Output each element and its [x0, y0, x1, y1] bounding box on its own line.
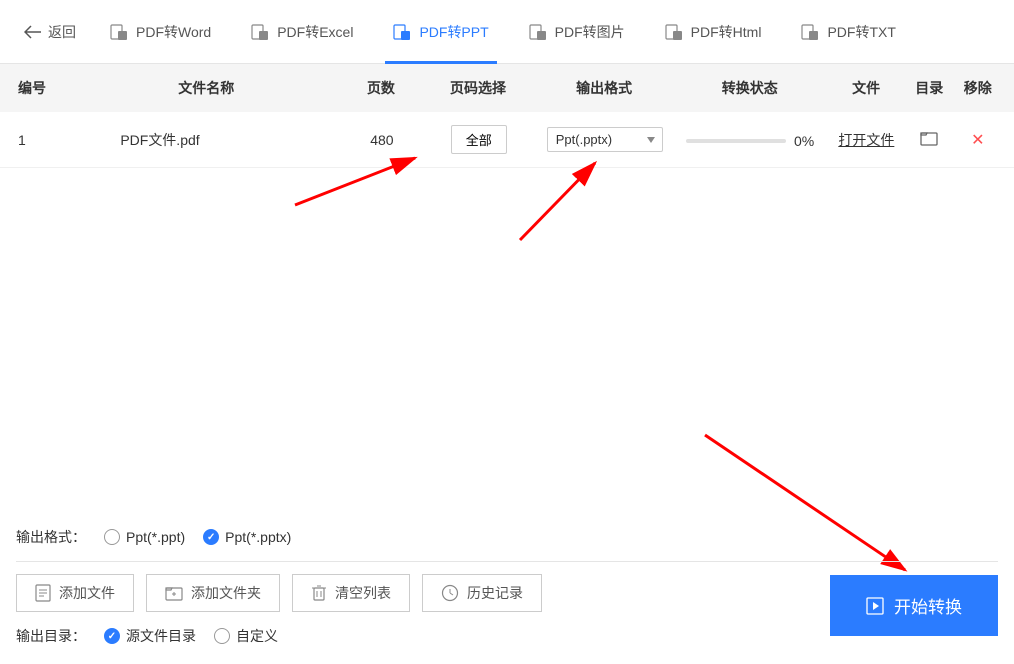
convert-label: 开始转换 [894, 593, 962, 618]
header-remove: 移除 [954, 78, 1003, 98]
file-image-icon [529, 23, 547, 41]
file-txt-icon [801, 23, 819, 41]
row-filename: PDF文件.pdf [70, 130, 343, 150]
file-add-icon [35, 584, 51, 602]
header-status: 转换状态 [672, 78, 827, 98]
header-pages: 页数 [342, 78, 420, 98]
radio-checked-icon [104, 628, 120, 644]
folder-icon[interactable] [920, 130, 938, 149]
progress-bar [686, 139, 786, 143]
radio-pptx[interactable]: Ppt(*.pptx) [203, 529, 291, 545]
tab-label: PDF转图片 [555, 22, 625, 42]
file-excel-icon [251, 23, 269, 41]
row-dir [905, 130, 953, 149]
annotation-arrow-icon [510, 155, 610, 245]
table-row: 1 PDF文件.pdf 480 全部 Ppt(.pptx) 0% 打开文件 ✕ [0, 112, 1014, 168]
file-ppt-icon [393, 23, 411, 41]
radio-label: 源文件目录 [126, 626, 196, 646]
radio-label: 自定义 [236, 626, 278, 646]
row-pages: 480 [343, 132, 421, 148]
header-format: 输出格式 [536, 78, 672, 98]
tab-pdf-to-image[interactable]: PDF转图片 [511, 0, 643, 64]
tab-pdf-to-html[interactable]: PDF转Html [647, 0, 780, 64]
tab-label: PDF转PPT [419, 22, 488, 42]
header-file: 文件 [827, 78, 905, 98]
header-name: 文件名称 [70, 78, 342, 98]
history-button[interactable]: 历史记录 [422, 574, 542, 612]
clear-list-button[interactable]: 清空列表 [292, 574, 410, 612]
row-status: 0% [673, 130, 828, 149]
tab-pdf-to-excel[interactable]: PDF转Excel [233, 0, 371, 64]
play-icon [866, 597, 884, 615]
divider [16, 561, 998, 562]
radio-icon [104, 529, 120, 545]
close-icon[interactable]: ✕ [971, 130, 984, 150]
progress-percent: 0% [794, 133, 814, 149]
chevron-down-icon [647, 137, 655, 143]
header-range: 页码选择 [420, 78, 536, 98]
tab-pdf-to-word[interactable]: PDF转Word [92, 0, 229, 64]
format-selected: Ppt(.pptx) [556, 132, 612, 147]
table-header: 编号 文件名称 页数 页码选择 输出格式 转换状态 文件 目录 移除 [0, 64, 1014, 112]
back-button[interactable]: 返回 [12, 22, 88, 42]
add-folder-button[interactable]: 添加文件夹 [146, 574, 280, 612]
output-dir-label: 输出目录： [16, 626, 86, 646]
header-dir: 目录 [905, 78, 954, 98]
file-word-icon [110, 23, 128, 41]
row-format: Ppt(.pptx) [537, 127, 673, 152]
row-file: 打开文件 [828, 130, 906, 150]
action-label: 历史记录 [467, 583, 523, 603]
tab-label: PDF转Excel [277, 22, 353, 42]
bottom-panel: 输出格式： Ppt(*.ppt) Ppt(*.pptx) 添加文件 添加文件夹 … [0, 505, 1014, 664]
radio-custom-dir[interactable]: 自定义 [214, 626, 278, 646]
tab-pdf-to-ppt[interactable]: PDF转PPT [375, 0, 506, 64]
open-file-link[interactable]: 打开文件 [838, 132, 894, 148]
file-html-icon [665, 23, 683, 41]
tab-label: PDF转Html [691, 22, 762, 42]
row-range: 全部 [421, 125, 537, 154]
trash-icon [311, 584, 327, 602]
format-dropdown[interactable]: Ppt(.pptx) [547, 127, 663, 152]
tab-label: PDF转Word [136, 22, 211, 42]
action-label: 添加文件 [59, 583, 115, 603]
output-format-row: 输出格式： Ppt(*.ppt) Ppt(*.pptx) [16, 519, 998, 555]
page-range-button[interactable]: 全部 [451, 125, 507, 154]
top-tabs: 返回 PDF转Word PDF转Excel PDF转PPT PDF转图片 PDF… [0, 0, 1014, 64]
action-label: 清空列表 [335, 583, 391, 603]
add-file-button[interactable]: 添加文件 [16, 574, 134, 612]
radio-ppt[interactable]: Ppt(*.ppt) [104, 529, 185, 545]
tab-label: PDF转TXT [827, 22, 895, 42]
back-label: 返回 [48, 22, 76, 42]
output-format-label: 输出格式： [16, 527, 86, 547]
header-num: 编号 [12, 78, 70, 98]
row-num: 1 [12, 132, 70, 148]
action-label: 添加文件夹 [191, 583, 261, 603]
radio-icon [214, 628, 230, 644]
folder-add-icon [165, 585, 183, 601]
radio-source-dir[interactable]: 源文件目录 [104, 626, 196, 646]
row-remove: ✕ [954, 130, 1002, 150]
arrow-left-icon [24, 25, 42, 39]
tab-pdf-to-txt[interactable]: PDF转TXT [783, 0, 913, 64]
radio-label: Ppt(*.ppt) [126, 529, 185, 545]
clock-icon [441, 584, 459, 602]
radio-checked-icon [203, 529, 219, 545]
radio-label: Ppt(*.pptx) [225, 529, 291, 545]
start-convert-button[interactable]: 开始转换 [830, 575, 998, 636]
